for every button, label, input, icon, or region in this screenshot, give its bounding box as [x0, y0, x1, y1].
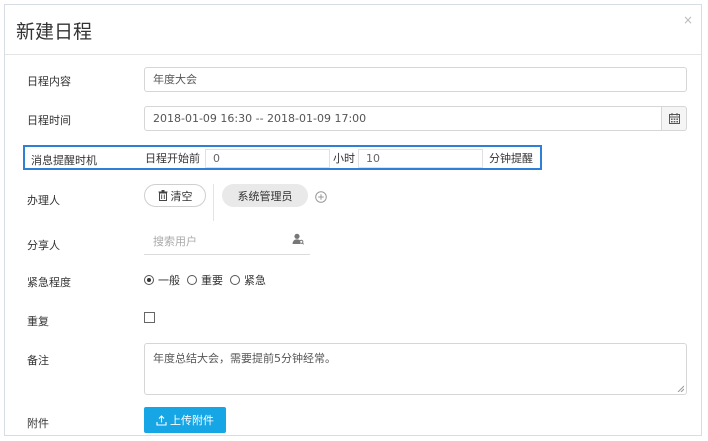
upload-attachment-button[interactable]: 上传附件 [144, 407, 226, 433]
urgency-option-normal: 一般 [158, 274, 180, 287]
urgency-option-important: 重要 [201, 274, 223, 287]
new-schedule-dialog: 新建日程 × 日程内容 年度大会 日程时间 2018-01-09 16:30 -… [4, 4, 702, 436]
content-input[interactable]: 年度大会 [144, 67, 687, 92]
attachment-label: 附件 [27, 417, 49, 430]
assignee-label: 办理人 [27, 194, 60, 207]
dialog-header: 新建日程 × [5, 5, 701, 55]
assignee-divider [213, 184, 214, 221]
urgency-radio-urgent[interactable] [230, 275, 240, 285]
reminder-prefix: 日程开始前 [145, 152, 200, 165]
note-label: 备注 [27, 354, 49, 367]
share-search-placeholder: 搜索用户 [153, 235, 197, 248]
assignee-name: 系统管理员 [237, 189, 293, 203]
calendar-icon [668, 113, 680, 124]
time-range-input[interactable]: 2018-01-09 16:30 -- 2018-01-09 17:00 [144, 106, 662, 131]
note-textarea[interactable]: 年度总结大会，需要提前5分钟经常。 [144, 343, 687, 395]
reminder-label: 消息提醒时机 [31, 154, 97, 167]
trash-icon [158, 190, 167, 201]
content-label: 日程内容 [27, 75, 71, 88]
note-text: 年度总结大会，需要提前5分钟经常。 [153, 352, 336, 365]
urgency-label: 紧急程度 [27, 276, 71, 289]
clear-button[interactable]: 清空 [144, 184, 206, 207]
add-circle-icon[interactable] [315, 191, 327, 203]
resize-handle-icon[interactable] [677, 385, 684, 392]
repeat-checkbox[interactable] [144, 312, 155, 323]
upload-label: 上传附件 [170, 414, 214, 427]
urgency-radio-important[interactable] [187, 275, 197, 285]
user-search-icon [292, 233, 304, 245]
close-icon[interactable]: × [683, 13, 693, 27]
dialog-title: 新建日程 [16, 21, 93, 43]
minutes-suffix: 分钟提醒 [489, 152, 533, 165]
reminder-minutes-input[interactable]: 10 [358, 149, 483, 168]
assignee-tag[interactable]: 系统管理员 [222, 184, 308, 207]
urgency-option-urgent: 紧急 [244, 274, 266, 287]
reminder-row-highlight: 消息提醒时机 日程开始前 0 小时 10 分钟提醒 [23, 145, 542, 170]
repeat-label: 重复 [27, 315, 49, 328]
urgency-radio-normal[interactable] [144, 275, 154, 285]
share-label: 分享人 [27, 239, 60, 252]
urgency-radio-group: 一般 重要 紧急 [144, 272, 266, 288]
calendar-button[interactable] [661, 106, 687, 131]
upload-icon [156, 414, 167, 426]
hours-unit: 小时 [333, 152, 355, 165]
share-search-field[interactable]: 搜索用户 [144, 228, 310, 255]
clear-label: 清空 [170, 189, 193, 203]
time-label: 日程时间 [27, 114, 71, 127]
reminder-hours-input[interactable]: 0 [205, 149, 330, 168]
